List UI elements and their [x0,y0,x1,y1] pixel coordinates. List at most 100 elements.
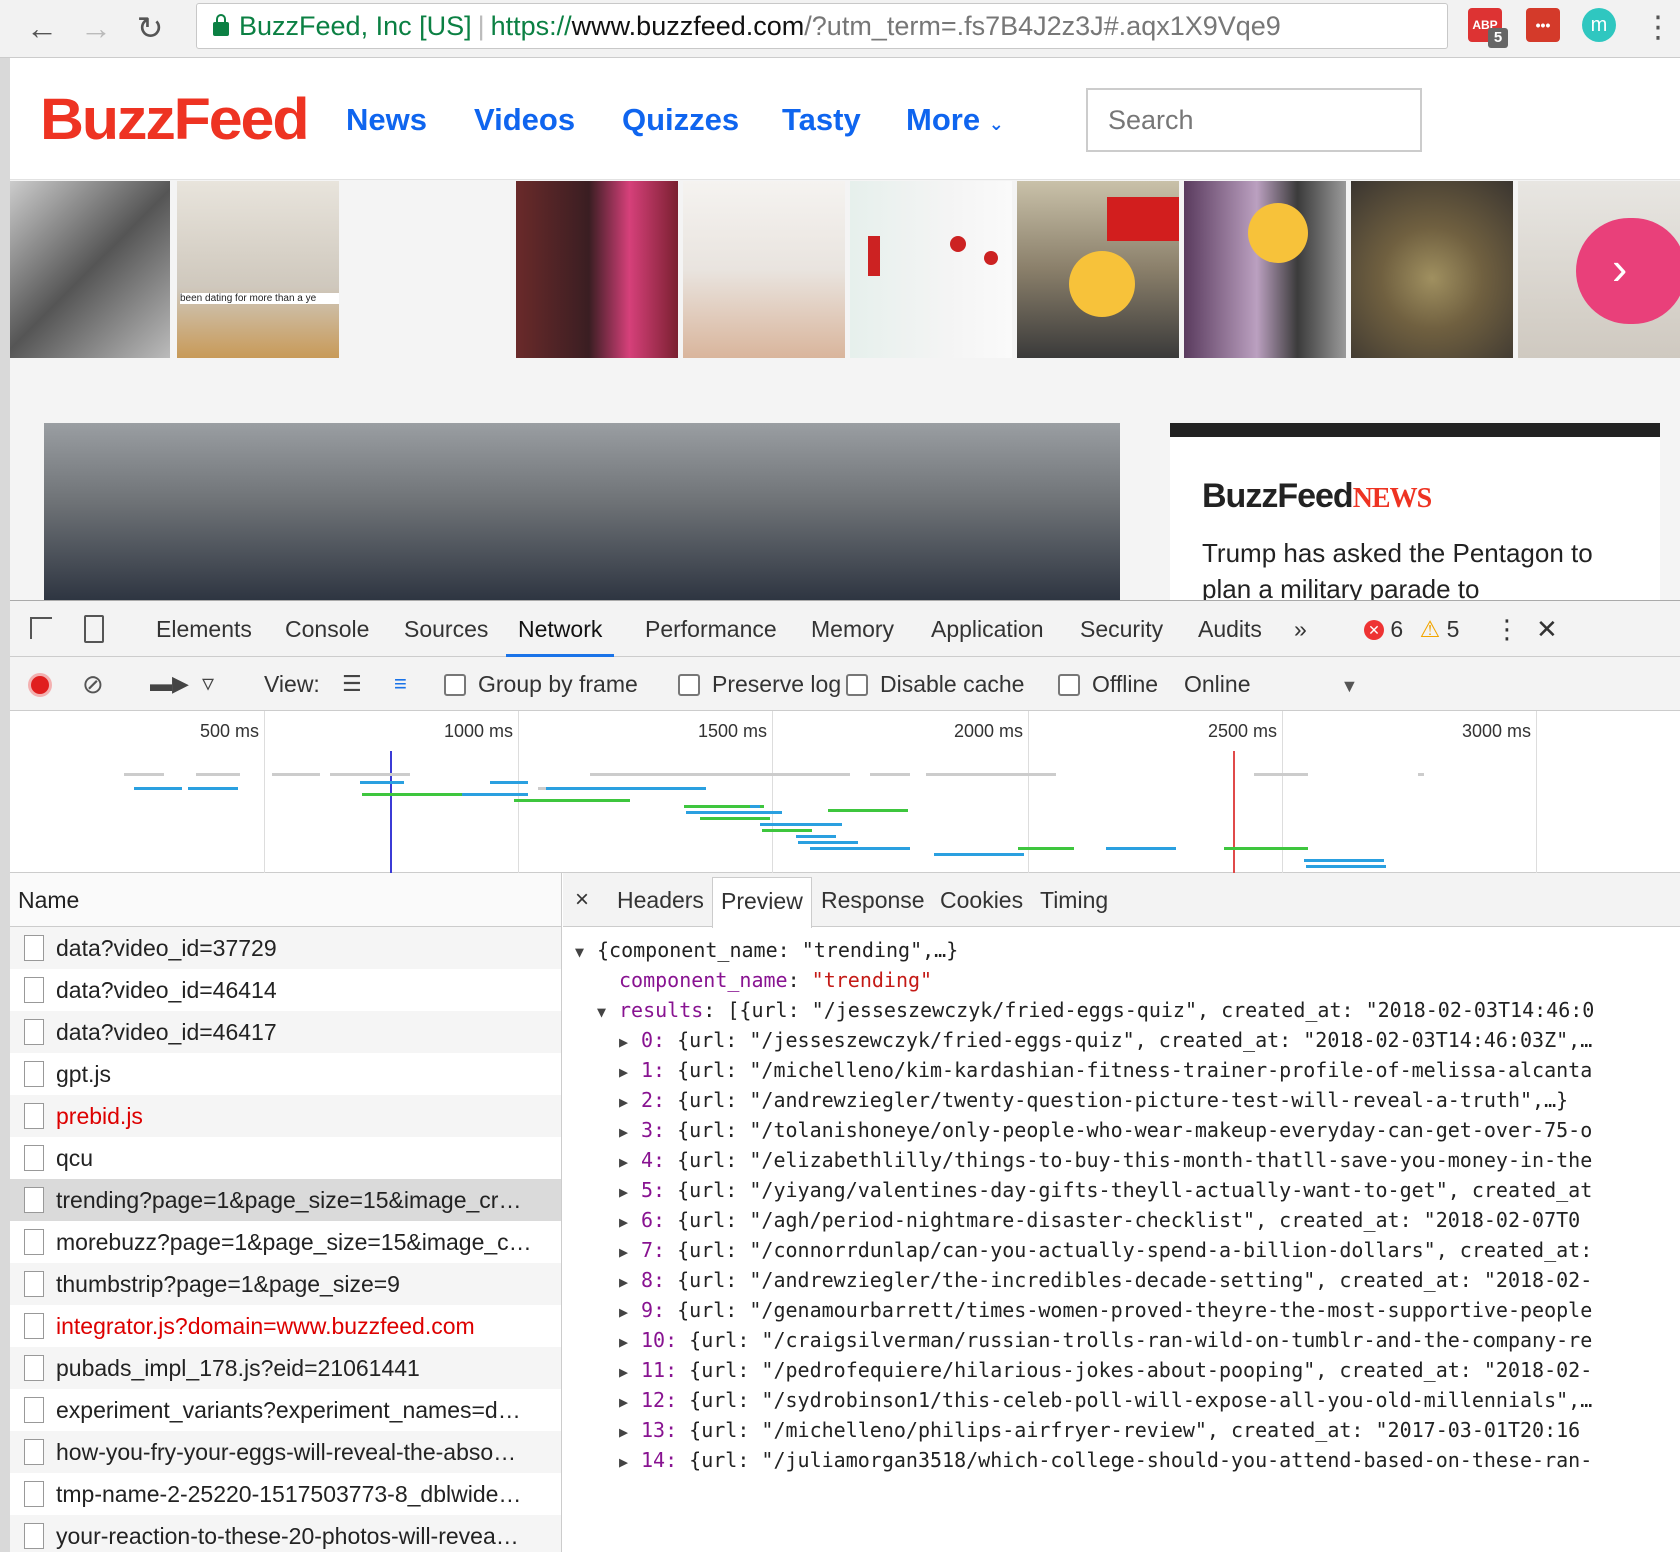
json-result-item[interactable]: ▶ 7: {url: "/connorrdunlap/can-you-actual… [619,1235,1592,1265]
offline-checkbox[interactable]: Offline [1058,657,1158,711]
thumb-tweet[interactable] [683,181,845,358]
json-result-item[interactable]: ▶ 11: {url: "/pedrofequiere/hilarious-jok… [619,1355,1592,1385]
thumb-kittens[interactable]: been dating for more than a ye [177,181,339,358]
tab-memory[interactable]: Memory [811,601,894,657]
tab-headers[interactable]: Headers [617,873,704,927]
json-result-item[interactable]: ▶ 13: {url: "/michelleno/philips-airfryer… [619,1415,1580,1445]
buzzfeed-logo[interactable]: BuzzFeed [40,86,310,153]
json-result-item[interactable]: ▶ 5: {url: "/yiyang/valentines-day-gifts-… [619,1175,1592,1205]
json-results[interactable]: ▼ results: [{url: "/jesseszewczyk/fried-e… [597,995,1594,1025]
collapse-triangle-icon: ▶ [619,1033,629,1051]
tab-response[interactable]: Response [821,873,925,927]
clear-icon[interactable]: ⊘ [82,657,104,711]
json-result-item[interactable]: ▶ 1: {url: "/michelleno/kim-kardashian-fi… [619,1055,1592,1085]
request-row[interactable]: data?video_id=37729 [10,927,561,969]
request-row[interactable]: morebuzz?page=1&page_size=15&image_c… [10,1221,561,1263]
request-row[interactable]: how-you-fry-your-eggs-will-reveal-the-ab… [10,1431,561,1473]
request-row[interactable]: data?video_id=46414 [10,969,561,1011]
tab-performance[interactable]: Performance [645,601,777,657]
request-row[interactable]: gpt.js [10,1053,561,1095]
menu-icon[interactable]: ⋮ [1636,6,1680,50]
name-column-header[interactable]: Name [10,873,561,927]
waterfall-view-icon[interactable]: ≡ [394,657,407,711]
json-result-item[interactable]: ▶ 3: {url: "/tolanishoneye/only-people-wh… [619,1115,1592,1145]
thumb-jessica[interactable] [516,181,678,358]
tab-security[interactable]: Security [1080,601,1163,657]
close-devtools-icon[interactable]: ✕ [1536,601,1558,657]
nav-more[interactable]: More ⌄ [906,102,1004,138]
waterfall-bar [134,787,182,790]
request-row[interactable]: data?video_id=46417 [10,1011,561,1053]
filter-icon[interactable]: ▿ [202,657,214,711]
profile-extension-icon[interactable]: m [1582,8,1616,42]
record-button[interactable] [28,657,52,711]
json-result-item[interactable]: ▶ 9: {url: "/genamourbarrett/times-women-… [619,1295,1592,1325]
request-row[interactable]: thumbstrip?page=1&page_size=9 [10,1263,561,1305]
search-input[interactable]: Search [1086,88,1422,152]
json-result-item[interactable]: ▶ 8: {url: "/andrewziegler/the-incredible… [619,1265,1592,1295]
disable-cache-checkbox[interactable]: Disable cache [846,657,1024,711]
hero-image[interactable] [44,423,1120,600]
network-overview[interactable]: 500 ms 1000 ms 1500 ms 2000 ms 2500 ms 3… [10,711,1680,873]
thumb-cat[interactable] [1351,181,1513,358]
json-result-item[interactable]: ▶ 6: {url: "/agh/period-nightmare-disaste… [619,1205,1580,1235]
thumb-engraving[interactable] [10,181,170,358]
request-row[interactable]: experiment_variants?experiment_names=d… [10,1389,561,1431]
json-result-item[interactable]: ▶ 10: {url: "/craigsilverman/russian-trol… [619,1325,1592,1355]
group-by-frame-checkbox[interactable]: Group by frame [444,657,638,711]
tab-network[interactable]: Network [506,601,615,657]
tab-application[interactable]: Application [931,601,1044,657]
expand-triangle-icon: ▼ [597,1003,607,1021]
request-row[interactable]: qcu [10,1137,561,1179]
json-result-item[interactable]: ▶ 0: {url: "/jesseszewczyk/fried-eggs-qui… [619,1025,1592,1055]
screenshot-camera-icon[interactable]: ▬▶ [150,657,189,711]
nav-videos[interactable]: Videos [474,102,575,138]
nav-news[interactable]: News [346,102,427,138]
request-name: tmp-name-2-25220-1517503773-8_dblwide… [56,1481,522,1507]
devtools-menu-icon[interactable]: ⋮ [1494,601,1520,657]
throttling-select[interactable]: Online ▼ [1184,657,1358,711]
news-headline[interactable]: Trump has asked the Pentagon to plan a m… [1202,535,1642,600]
nav-tasty[interactable]: Tasty [782,102,861,138]
json-index: 2: [641,1088,678,1112]
meta-extension-icon[interactable]: ••• [1526,8,1560,42]
tab-elements[interactable]: Elements [156,601,252,657]
forward-icon[interactable]: → [74,6,118,50]
tab-console[interactable]: Console [285,601,369,657]
address-bar[interactable]: BuzzFeed, Inc [US] | https://www.buzzfeed.… [196,3,1448,49]
request-row[interactable]: integrator.js?domain=www.buzzfeed.com [10,1305,561,1347]
close-detail-icon[interactable]: × [575,873,589,927]
request-row[interactable]: pubads_impl_178.js?eid=21061441 [10,1347,561,1389]
thumbstrip-next-button[interactable]: › [1576,218,1680,324]
device-toolbar-icon[interactable] [78,601,110,657]
more-tabs-icon[interactable]: » [1294,601,1307,657]
thumb-illustration[interactable] [850,181,1012,358]
thumb-coke[interactable] [1017,181,1179,358]
reload-icon[interactable]: ↻ [128,6,172,50]
tab-audits[interactable]: Audits [1198,601,1262,657]
json-result-item[interactable]: ▶ 4: {url: "/elizabethlilly/things-to-buy… [619,1145,1592,1175]
request-row[interactable]: tmp-name-2-25220-1517503773-8_dblwide… [10,1473,561,1515]
request-row[interactable]: trending?page=1&page_size=15&image_cr… [10,1179,561,1221]
inspect-element-icon[interactable] [26,601,58,657]
back-icon[interactable]: ← [20,6,64,50]
error-counter[interactable]: ✕ 6 ⚠ 5 [1364,601,1459,657]
timeline-label: 1500 ms [698,721,768,741]
adblock-extension-icon[interactable]: ABP 5 [1468,8,1508,48]
large-rows-icon[interactable]: ☰ [342,657,362,711]
request-row[interactable]: prebid.js [10,1095,561,1137]
nav-quizzes[interactable]: Quizzes [622,102,739,138]
json-result-item[interactable]: ▶ 14: {url: "/juliamorgan3518/which-colle… [619,1445,1592,1475]
preserve-log-checkbox[interactable]: Preserve log [678,657,841,711]
json-root[interactable]: ▼ {component_name: "trending",…} [575,935,958,965]
json-index: 7: [641,1238,678,1262]
tab-sources[interactable]: Sources [404,601,488,657]
thumb-dog[interactable] [1184,181,1346,358]
tab-preview[interactable]: Preview [712,877,812,928]
tab-timing[interactable]: Timing [1040,873,1108,927]
news-card[interactable]: BuzzFeedNEWS Trump has asked the Pentago… [1170,423,1660,600]
tab-cookies[interactable]: Cookies [940,873,1023,927]
request-row[interactable]: your-reaction-to-these-20-photos-will-re… [10,1515,561,1552]
json-result-item[interactable]: ▶ 12: {url: "/sydrobinson1/this-celeb-pol… [619,1385,1592,1415]
json-result-item[interactable]: ▶ 2: {url: "/andrewziegler/twenty-questio… [619,1085,1568,1115]
